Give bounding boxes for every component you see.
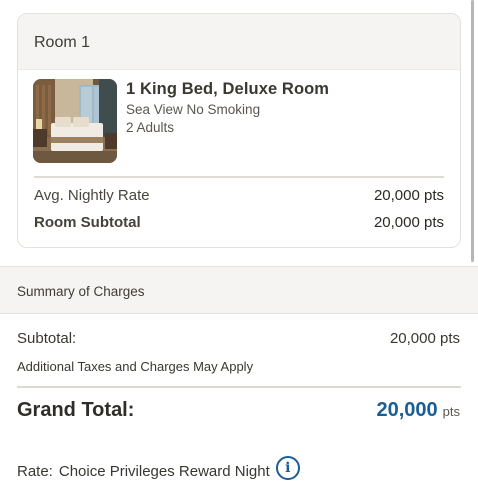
avg-nightly-rate-value: 20,000 pts bbox=[373, 187, 444, 204]
subtotal-row: Subtotal: 20,000 pts bbox=[17, 330, 460, 347]
grand-total-label: Grand Total: bbox=[17, 399, 135, 421]
taxes-note: Additional Taxes and Charges May Apply bbox=[17, 359, 254, 374]
grand-total-unit: pts bbox=[442, 404, 460, 419]
avg-nightly-rate-label: Avg. Nightly Rate bbox=[34, 187, 150, 204]
room-subtotal-value: 20,000 pts bbox=[373, 214, 444, 231]
scrollbar[interactable] bbox=[471, 0, 474, 262]
rate-name: Choice Privileges Reward Night bbox=[58, 463, 270, 480]
total-divider bbox=[17, 386, 461, 388]
grand-total-value: 20,000 pts bbox=[376, 399, 460, 422]
room-guests: 2 Adults bbox=[126, 120, 175, 135]
grand-total-row: Grand Total: 20,000 pts bbox=[17, 399, 460, 422]
reservation-page: Room 1 1 King Bed, Deluxe Room Sea View … bbox=[0, 0, 478, 500]
rate-label: Rate: bbox=[17, 463, 53, 480]
room-photo-image bbox=[33, 79, 117, 163]
rate-line: Rate: Choice Privileges Reward Night i bbox=[17, 455, 300, 480]
room-subtotal-row: Room Subtotal 20,000 pts bbox=[34, 214, 444, 231]
room-photo[interactable] bbox=[33, 79, 117, 163]
room-card: Room 1 1 King Bed, Deluxe Room Sea View … bbox=[17, 13, 461, 248]
grand-total-amount: 20,000 bbox=[376, 399, 438, 421]
info-icon[interactable]: i bbox=[275, 455, 300, 480]
room-card-header: Room 1 bbox=[18, 14, 460, 70]
room-info: 1 King Bed, Deluxe Room Sea View No Smok… bbox=[18, 70, 460, 176]
subtotal-label: Subtotal: bbox=[17, 330, 77, 347]
subtotal-value: 20,000 pts bbox=[389, 330, 460, 347]
summary-of-charges-header: Summary of Charges bbox=[0, 266, 478, 314]
room-subtotal-label: Room Subtotal bbox=[34, 214, 141, 231]
avg-nightly-rate-row: Avg. Nightly Rate 20,000 pts bbox=[34, 187, 444, 204]
room-card-divider bbox=[34, 176, 444, 178]
room-title: 1 King Bed, Deluxe Room bbox=[126, 80, 330, 98]
room-view: Sea View No Smoking bbox=[126, 102, 261, 117]
